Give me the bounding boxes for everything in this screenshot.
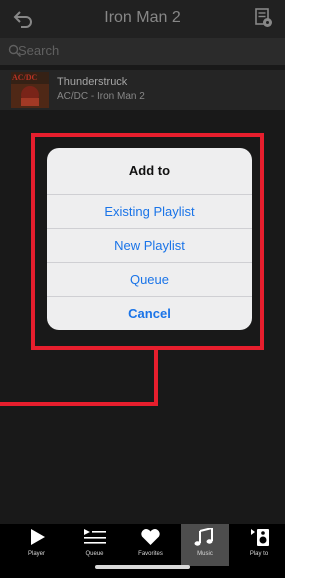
app-screen: Iron Man 2 Search AC/DC Thunderstruck AC… (0, 0, 285, 578)
play-icon (31, 529, 45, 545)
queue-icon (84, 529, 106, 544)
tab-music[interactable]: Music (181, 524, 229, 566)
tab-bar: Player Queue Favorites Music Play to (0, 524, 285, 578)
tab-queue[interactable]: Queue (66, 524, 123, 566)
callout-line (0, 402, 158, 406)
tab-favorites[interactable]: Favorites (122, 524, 179, 566)
music-note-icon (194, 528, 213, 546)
tab-play-to[interactable]: Play to (233, 524, 285, 566)
tab-player[interactable]: Player (8, 524, 65, 566)
speaker-icon (251, 529, 269, 546)
highlight-box (31, 133, 264, 350)
tab-label: Play to (249, 551, 269, 557)
tab-label: Player (27, 551, 45, 557)
home-indicator (95, 565, 190, 569)
tab-label: Favorites (138, 551, 163, 557)
tab-label: Queue (85, 551, 104, 557)
heart-icon (141, 529, 160, 545)
tab-label: Music (197, 551, 213, 557)
callout-line (154, 350, 158, 406)
